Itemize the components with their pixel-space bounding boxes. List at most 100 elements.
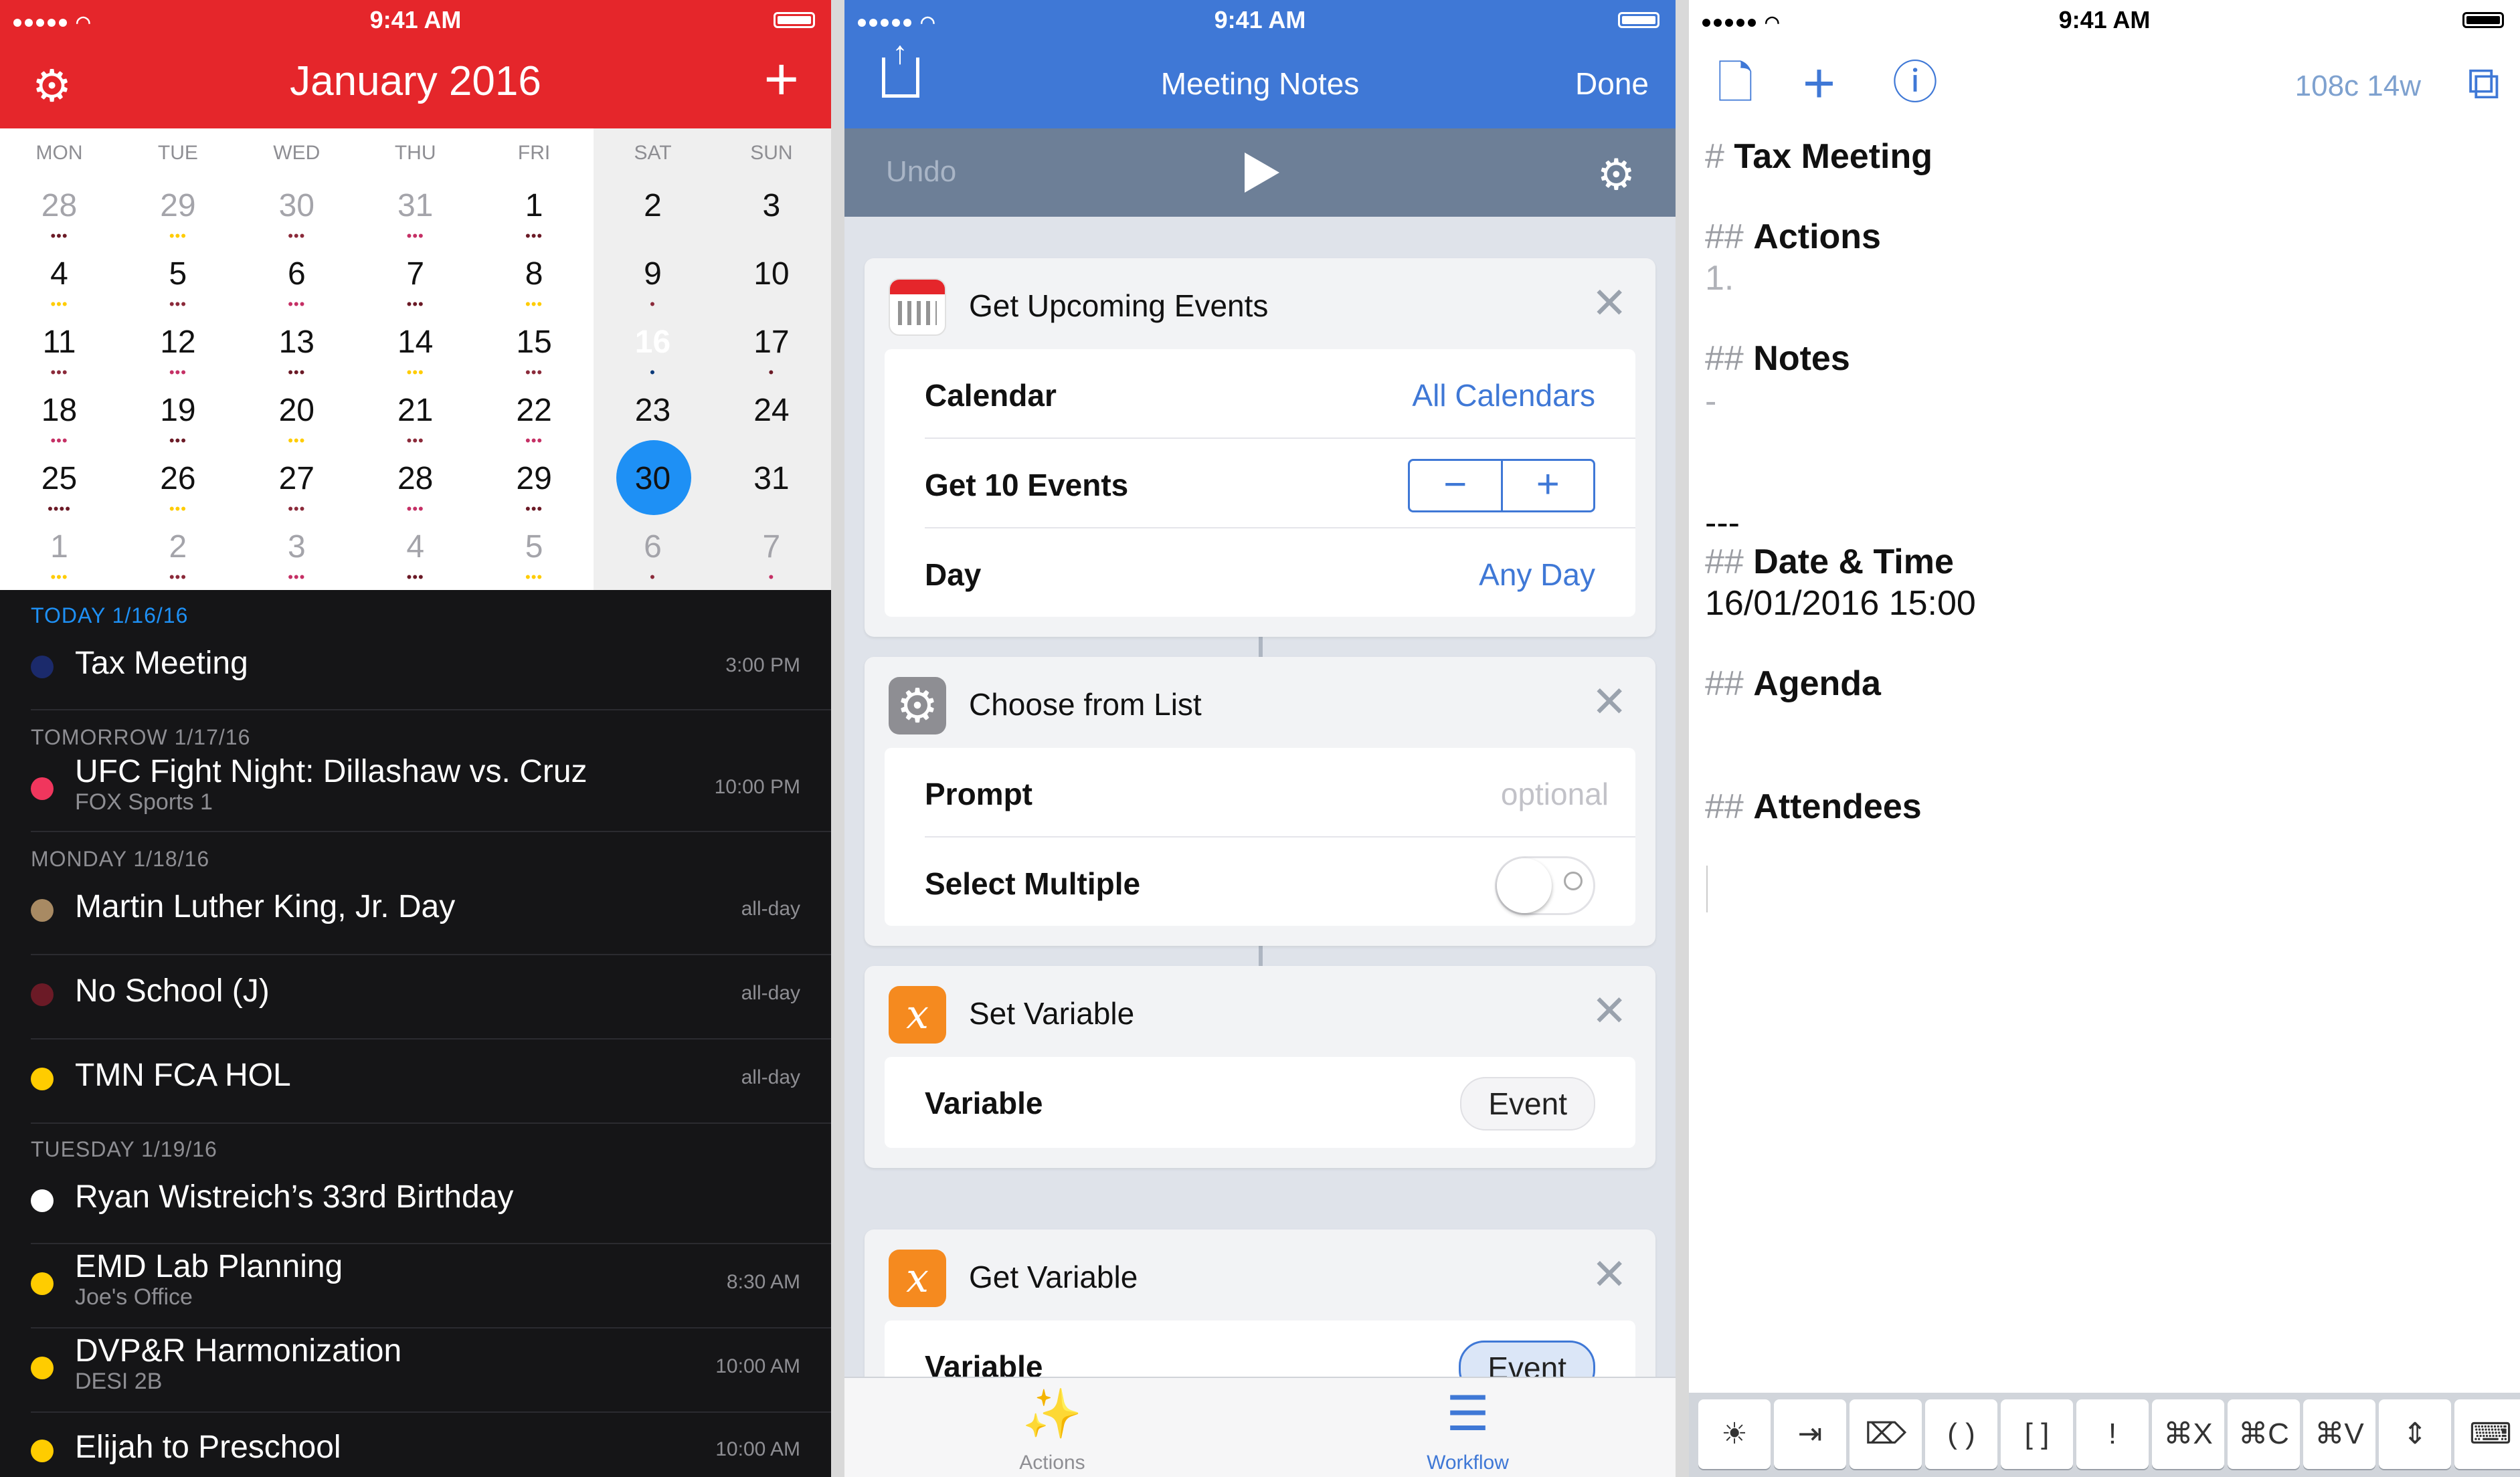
text-line[interactable]: 16/01/2016 15:00 [1705,583,1976,623]
calendar-day[interactable]: 21 [356,392,474,429]
calendar-day[interactable]: 16 [594,324,712,361]
event-count-stepper[interactable]: − + [1408,459,1595,512]
calendar-day[interactable]: 6 [594,528,712,565]
heading-line[interactable]: ## Actions [1705,217,1881,257]
accessory-key[interactable]: ⌘X [2152,1399,2224,1469]
done-button[interactable]: Done [1575,66,1649,102]
event-title[interactable]: Ryan Wistreich’s 33rd Birthday [75,1179,513,1215]
calendar-day[interactable]: 30 [238,187,356,224]
tab-workflow[interactable]: ☰ Workflow [1260,1378,1676,1477]
calendar-day[interactable]: 18 [0,392,118,429]
calendar-day[interactable]: 19 [118,392,237,429]
calendar-day[interactable]: 17 [712,324,830,361]
event-title[interactable]: No School (J) [75,973,270,1009]
tab-actions[interactable]: ✨ Actions [844,1378,1260,1477]
close-icon[interactable]: ✕ [1591,986,1627,1036]
event-title[interactable]: UFC Fight Night: Dillashaw vs. Cruz [75,753,588,790]
calendar-day[interactable]: 30 [594,460,712,497]
close-icon[interactable]: ✕ [1591,278,1627,328]
calendar-day[interactable]: 12 [118,324,237,361]
calendar-day[interactable]: 6 [238,256,356,292]
increment-button[interactable]: + [1503,461,1594,510]
calendar-day[interactable]: 2 [594,187,712,224]
calendar-day[interactable]: 26 [118,460,237,497]
new-document-icon[interactable]: 🗋 [1717,60,1754,106]
settings-gear-icon[interactable]: ⚙ [1597,150,1635,200]
calendar-day[interactable]: 27 [238,460,356,497]
calendar-day[interactable]: 29 [118,187,237,224]
add-event-plus-icon[interactable]: + [763,50,799,110]
play-icon[interactable] [1245,153,1279,193]
heading-line[interactable]: ## Agenda [1705,664,1881,704]
heading-line[interactable]: ## Date & Time [1705,542,1954,582]
accessory-key[interactable]: ⌦ [1850,1399,1922,1469]
calendar-day[interactable]: 2 [118,528,237,565]
calendar-day[interactable]: 10 [712,256,830,292]
prompt-input[interactable]: optional [1501,776,1609,812]
calendar-day[interactable]: 1 [475,187,594,224]
calendar-day[interactable]: 28 [0,187,118,224]
calendar-day[interactable]: 5 [118,256,237,292]
accessory-key[interactable]: ☀ [1698,1399,1771,1469]
calendar-day[interactable]: 13 [238,324,356,361]
calendar-day[interactable]: 20 [238,392,356,429]
calendar-day[interactable]: 1 [0,528,118,565]
day-row[interactable]: Day Any Day [885,528,1635,617]
heading-line[interactable]: ## Notes [1705,338,1850,379]
event-title[interactable]: Elijah to Preschool [75,1429,341,1466]
calendar-day[interactable]: 29 [475,460,594,497]
calendar-day[interactable]: 4 [356,528,474,565]
calendar-day[interactable]: 28 [356,460,474,497]
calendar-day[interactable]: 3 [238,528,356,565]
event-title[interactable]: DVP&R Harmonization [75,1333,401,1369]
accessory-key[interactable]: ⇥ [1774,1399,1846,1469]
expand-icon[interactable]: ⧉ [2467,60,2500,106]
action-card-set-variable[interactable]: x Set Variable ✕ Variable Event [865,966,1655,1168]
event-title[interactable]: TMN FCA HOL [75,1057,291,1094]
action-card-get-upcoming-events[interactable]: Get Upcoming Events ✕ Calendar All Calen… [865,258,1655,637]
list-line[interactable]: - [1705,381,1716,421]
heading-line[interactable]: # Tax Meeting [1705,136,1932,177]
rule-line[interactable]: --- [1705,503,1740,543]
accessory-key[interactable]: [ ] [2001,1399,2073,1469]
calendar-day[interactable]: 25 [0,460,118,497]
calendar-day[interactable]: 15 [475,324,594,361]
calendar-day[interactable]: 7 [356,256,474,292]
list-line[interactable]: 1. [1705,258,1734,298]
accessory-key[interactable]: ⇕ [2379,1399,2451,1469]
calendar-day[interactable]: 3 [712,187,830,224]
calendar-day[interactable]: 4 [0,256,118,292]
add-plus-icon[interactable]: + [1803,55,1835,111]
calendar-day[interactable]: 5 [475,528,594,565]
calendar-day[interactable]: 9 [594,256,712,292]
event-title[interactable]: EMD Lab Planning [75,1248,343,1285]
calendar-picker[interactable]: All Calendars [1412,377,1595,413]
accessory-key[interactable]: ⌘V [2303,1399,2375,1469]
calendar-day[interactable]: 24 [712,392,830,429]
close-icon[interactable]: ✕ [1591,677,1627,727]
calendar-row[interactable]: Calendar All Calendars [885,349,1635,437]
calendar-day[interactable]: 23 [594,392,712,429]
calendar-day[interactable]: 22 [475,392,594,429]
select-multiple-toggle[interactable] [1495,856,1595,915]
info-icon[interactable]: ⓘ [1892,60,1938,106]
calendar-day[interactable]: 7 [712,528,830,565]
day-picker[interactable]: Any Day [1479,557,1595,593]
undo-button[interactable]: Undo [886,155,956,189]
event-title[interactable]: Martin Luther King, Jr. Day [75,888,455,925]
calendar-day[interactable]: 8 [475,256,594,292]
calendar-day[interactable]: 31 [356,187,474,224]
month-title[interactable]: January 2016 [0,58,831,105]
calendar-day[interactable]: 31 [712,460,830,497]
accessory-key[interactable]: ⌨ [2454,1399,2520,1469]
decrement-button[interactable]: − [1410,461,1503,510]
accessory-key[interactable]: ! [2076,1399,2149,1469]
accessory-key[interactable]: ⌘C [2228,1399,2300,1469]
calendar-day[interactable]: 11 [0,324,118,361]
calendar-day[interactable]: 14 [356,324,474,361]
close-icon[interactable]: ✕ [1591,1250,1627,1300]
heading-line[interactable]: ## Attendees [1705,787,1922,827]
action-card-choose-from-list[interactable]: ⚙ Choose from List ✕ Prompt optional Sel… [865,657,1655,946]
event-title[interactable]: Tax Meeting [75,645,248,682]
accessory-key[interactable]: ( ) [1925,1399,1997,1469]
